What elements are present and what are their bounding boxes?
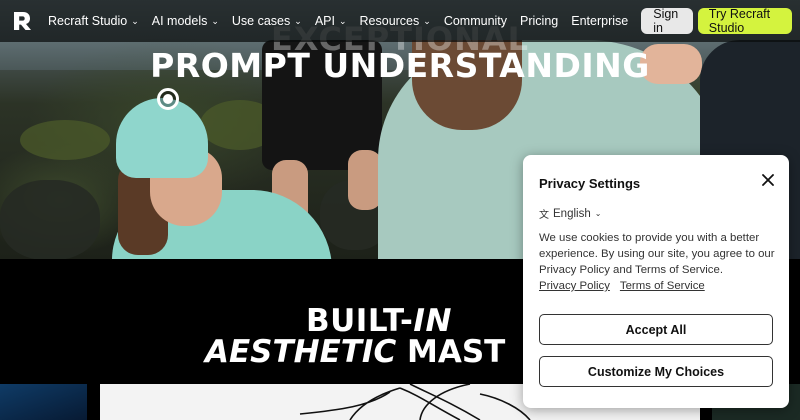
nav-label: Use cases [231,14,291,28]
privacy-policy-link[interactable]: Privacy Policy [539,280,610,292]
nav-label: Community [443,14,508,28]
dialog-body-text: We use cookies to provide you with a bet… [539,232,775,276]
heading-part-italic: AESTHETIC [205,334,397,370]
customize-choices-button[interactable]: Customize My Choices [539,356,773,387]
close-button[interactable] [759,171,777,189]
chevron-down-icon: ⌄ [594,209,602,218]
close-icon [762,174,774,186]
nav-label: Enterprise [571,14,629,28]
chevron-down-icon: ⌄ [423,15,431,26]
language-label: English [553,207,591,220]
moss-patch [20,120,110,160]
nav-recraft-studio[interactable]: Recraft Studio ⌄ [48,14,139,28]
sign-in-button[interactable]: Sign in [641,7,693,35]
policy-links: Privacy Policy Terms of Service [539,280,715,292]
logo[interactable] [11,10,33,32]
nav-resources[interactable]: Resources ⌄ [360,14,431,28]
top-navigation: Recraft Studio ⌄ AI models ⌄ Use cases ⌄… [0,0,800,42]
showcase-card-left [0,384,87,420]
translate-icon: 文 [539,210,549,221]
chevron-down-icon: ⌄ [131,15,139,26]
nav-pricing[interactable]: Pricing [520,14,558,28]
hotspot-icon[interactable] [157,88,179,110]
nav-use-cases[interactable]: Use cases ⌄ [232,14,302,28]
dialog-title: Privacy Settings [539,176,641,191]
nav-label: API [314,14,335,28]
nav-label: Pricing [520,14,559,28]
nav-api[interactable]: API ⌄ [315,14,347,28]
chevron-down-icon: ⌄ [338,15,347,26]
nav-label: AI models [151,14,208,28]
nav-label: Resources [359,14,420,28]
nav-ai-models[interactable]: AI models ⌄ [152,14,219,28]
terms-of-service-link[interactable]: Terms of Service [620,280,705,292]
hero-title: PROMPT UNDERSTANDING [150,46,650,85]
chevron-down-icon: ⌄ [211,15,219,26]
heading-part: MAST [396,334,506,370]
person-leg [348,150,382,210]
rock [0,180,100,259]
language-selector[interactable]: 文 English ⌄ [539,206,602,222]
chevron-down-icon: ⌄ [294,15,302,26]
try-recraft-studio-button[interactable]: Try Recraft Studio [697,7,792,35]
section-heading-line2: AESTHETIC MAST [205,334,505,370]
person-beanie [116,98,208,178]
nav-label: Recraft Studio [48,14,128,28]
privacy-settings-dialog: Privacy Settings 文 English ⌄ We use cook… [523,155,789,408]
recraft-logo-icon [14,12,31,30]
nav-community[interactable]: Community [444,14,507,28]
nav-enterprise[interactable]: Enterprise [571,14,628,28]
accept-all-button[interactable]: Accept All [539,314,773,345]
